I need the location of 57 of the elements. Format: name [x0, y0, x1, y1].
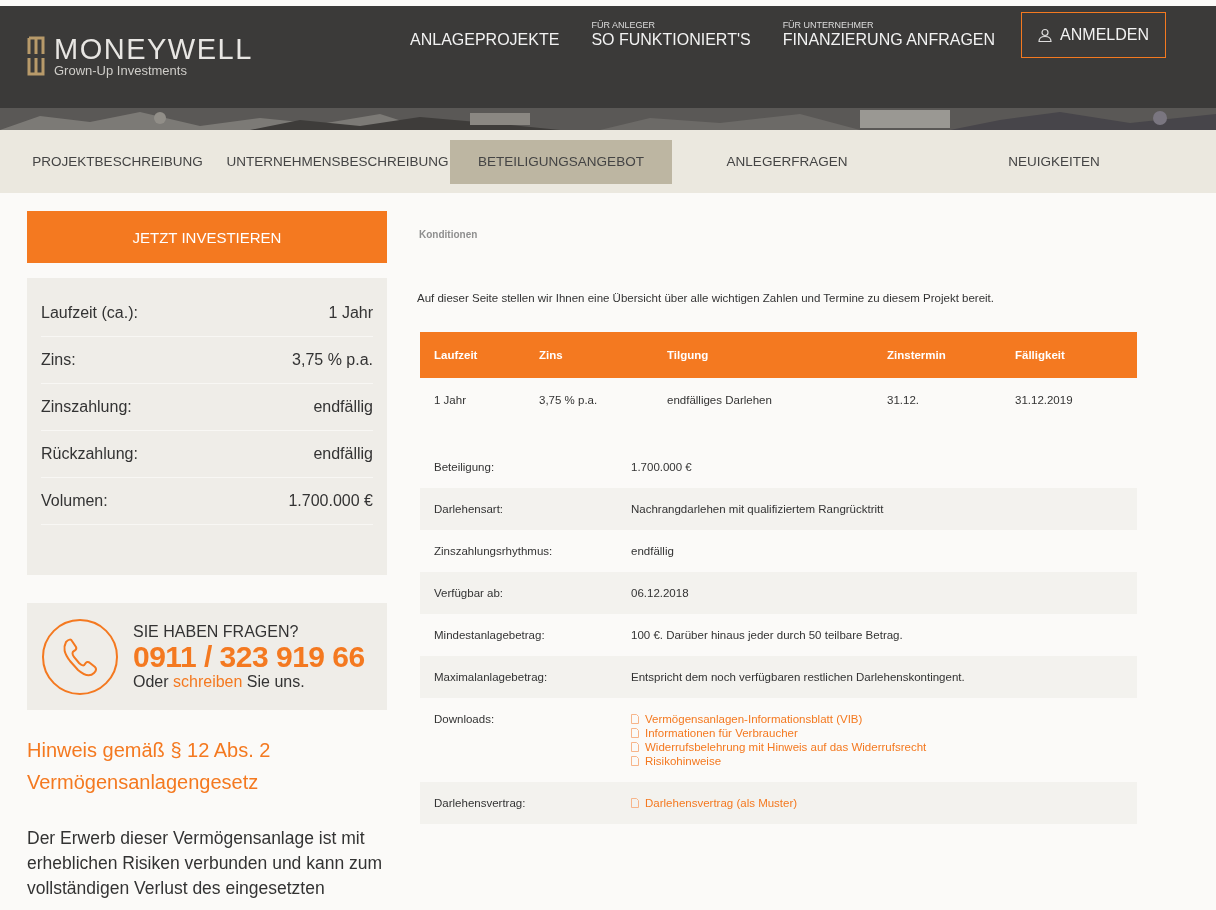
contact-text: Oder schreiben Sie uns.: [133, 673, 306, 691]
detail-value: Nachrangdarlehen mit qualifiziertem Rangrücktritt: [631, 503, 885, 515]
detail-label: Downloads:: [434, 713, 496, 725]
table-cell-text: endfälliges Darlehen: [667, 394, 773, 406]
tab[interactable]: PROJEKTBESCHREIBUNG: [10, 139, 225, 184]
detail-value: 06.12.2018: [631, 587, 690, 599]
nav-link[interactable]: ANLAGEPROJEKTE: [410, 30, 560, 50]
fact-value: 3,75 % p.a.: [292, 351, 373, 369]
tab[interactable]: BETEILIGUNGSANGEBOT: [450, 139, 672, 184]
document-icon: [631, 798, 639, 808]
phone-icon: [41, 618, 119, 696]
nav-overline: FÜR ANLEGER: [591, 20, 656, 30]
fact-label: Laufzeit (ca.):: [41, 304, 138, 322]
column-header: Zinstermin: [887, 349, 947, 361]
nav-overline: FÜR UNTERNEHMER: [782, 20, 875, 30]
detail-label: Verfügbar ab:: [434, 587, 505, 599]
detail-value: Entspricht dem noch verfügbaren restlichen Darlehenskontingent.: [631, 671, 966, 683]
detail-label: Maximalanlagebetrag:: [434, 671, 549, 683]
fact-value: 1.700.000 €: [288, 492, 373, 510]
logo-tagline: Grown-Up Investments: [54, 64, 188, 78]
table-cell-text: 31.12.2019: [1015, 394, 1074, 406]
contact-title: SIE HABEN FRAGEN?: [133, 623, 300, 641]
logo-name[interactable]: MONEYWELL: [54, 34, 253, 64]
nav-link[interactable]: FINANZIERUNG ANFRAGEN: [782, 30, 996, 50]
fact-label: Volumen:: [41, 492, 108, 510]
fact-value: endfällig: [313, 445, 373, 463]
fact-value: 1 Jahr: [328, 304, 373, 322]
notice-text: Der Erwerb dieser Vermögensanlage ist mit erheblichen Risiken verbunden und kann zum vollständigen Verlust des eingesetzten: [27, 827, 384, 900]
intro-text: Auf dieser Seite stellen wir Ihnen eine Übersicht über alle wichtigen Zahlen und Termine zu diesem Projekt bereit.: [417, 292, 995, 304]
detail-value: endfällig: [631, 545, 675, 557]
user-icon: [1038, 28, 1053, 42]
detail-label: Zinszahlungsrhythmus:: [434, 545, 554, 557]
fact-value: endfällig: [313, 398, 373, 416]
fact-label: Rückzahlung:: [41, 445, 138, 463]
table-cell-text: 1 Jahr: [434, 394, 467, 406]
column-header: Tilgung: [667, 349, 710, 361]
tab[interactable]: UNTERNEHMENSBESCHREIBUNG: [225, 139, 450, 184]
column-header: Fälligkeit: [1015, 349, 1066, 361]
table-cell-text: 3,75 % p.a.: [539, 394, 599, 406]
table-cell-text: 31.12.: [887, 394, 920, 406]
detail-value: 1.700.000 €: [631, 461, 693, 473]
detail-label: Beteiligung:: [434, 461, 496, 473]
fact-label: Zins:: [41, 351, 76, 369]
detail-label: Darlehensvertrag:: [434, 797, 527, 809]
tab[interactable]: NEUIGKEITEN: [902, 139, 1206, 184]
tab[interactable]: ANLEGERFRAGEN: [672, 139, 902, 184]
login-button[interactable]: ANMELDEN: [1021, 12, 1166, 58]
detail-value: 100 €. Darüber hinaus jeder durch 50 teilbare Betrag.: [631, 629, 904, 641]
detail-label: Darlehensart:: [434, 503, 505, 515]
column-header: Laufzeit: [434, 349, 479, 361]
breadcrumb: Konditionen: [419, 229, 479, 240]
fact-label: Zinszahlung:: [41, 398, 132, 416]
detail-label: Mindestanlagebetrag:: [434, 629, 546, 641]
column-header: Zins: [539, 349, 564, 361]
nav-link[interactable]: SO FUNKTIONIERT'S: [591, 30, 751, 50]
logo-icon: [27, 36, 45, 76]
notice-title: Hinweis gemäß § 12 Abs. 2 Vermögensanlagengesetz: [27, 738, 272, 795]
